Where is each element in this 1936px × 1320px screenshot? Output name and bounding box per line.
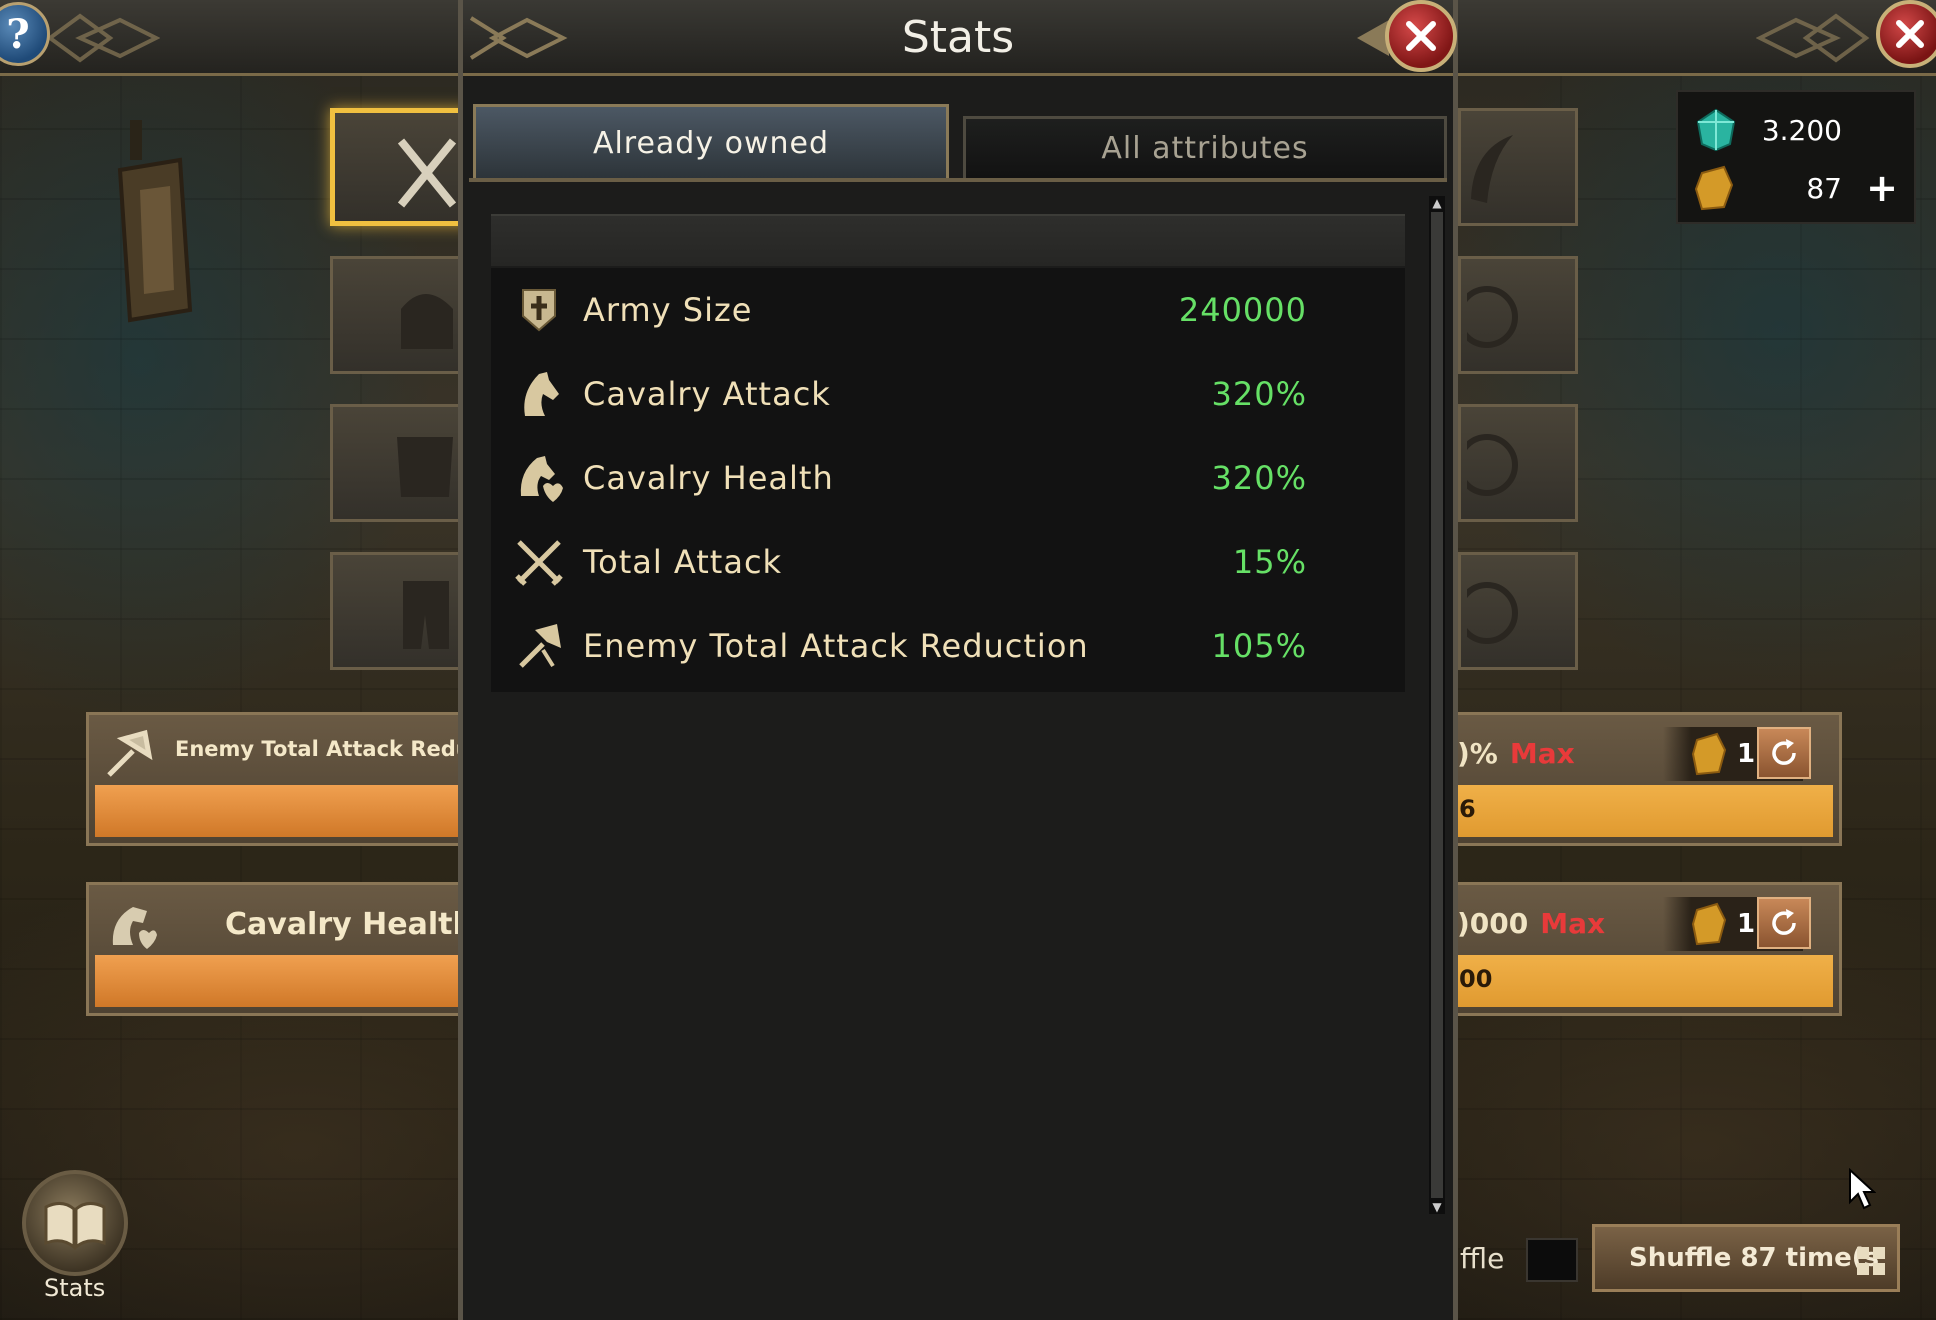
tab-already-owned[interactable]: Already owned (473, 104, 949, 180)
gold-row: 87 + (1694, 160, 1904, 216)
equipment-slot-weapon[interactable] (330, 108, 470, 226)
gold-count: 87 (1806, 171, 1842, 205)
grid-icon (1857, 1247, 1885, 1275)
scrollbar-thumb[interactable] (1431, 212, 1443, 1198)
currency-panel: 3.200 87 + (1676, 90, 1916, 224)
tab-underline (469, 178, 1447, 182)
scroll-down-icon[interactable]: ▼ (1429, 1200, 1445, 1214)
reroll-button[interactable] (1757, 727, 1811, 779)
scrollbar[interactable]: ▲ ▼ (1429, 196, 1445, 1214)
attribute-bar-value: 00 (1459, 965, 1493, 993)
ornament-icon (46, 13, 160, 63)
shuffle-checkbox[interactable] (1526, 1238, 1578, 1282)
stat-value: 105% (1211, 627, 1307, 665)
stat-value: 320% (1211, 375, 1307, 413)
helmet-icon (401, 294, 453, 349)
armor-icon (397, 437, 453, 497)
attribute-row-1-left: Enemy Total Attack Redu 1 (86, 712, 486, 846)
attribute-label: Enemy Total Attack Redu (175, 737, 471, 761)
gold-nugget-icon (1691, 902, 1727, 946)
attribute-bar: 6 (1453, 785, 1833, 837)
gold-nugget-icon (1694, 165, 1734, 211)
stat-value: 320% (1211, 459, 1307, 497)
reroll-button[interactable] (1757, 897, 1811, 949)
stats-button[interactable] (22, 1170, 128, 1276)
equipment-slot-right-3[interactable] (1458, 404, 1578, 522)
close-icon (1406, 21, 1436, 51)
legs-armor-icon (403, 581, 449, 649)
net-icon (1467, 434, 1518, 496)
equipment-slot-helmet[interactable] (330, 256, 470, 374)
horn-icon (1471, 135, 1513, 203)
attribute-row-2-left: Cavalry Health 4 (86, 882, 486, 1016)
modal-header: Stats (463, 0, 1457, 76)
attribute-partial-value: )000 Max (1457, 907, 1606, 940)
stat-value: 240000 (1178, 291, 1307, 329)
gem-icon (1696, 108, 1736, 152)
open-book-icon (44, 1202, 106, 1251)
net-icon (1467, 286, 1518, 348)
list-header-band (491, 214, 1405, 266)
attribute-row-2-right: )000 Max 1 00 (1450, 882, 1842, 1016)
modal-close-button[interactable] (1385, 0, 1457, 72)
stat-row: Total Attack 15% (491, 520, 1405, 604)
equipment-slot-right-4[interactable] (1458, 552, 1578, 670)
close-icon (1896, 20, 1924, 48)
horse-head-icon (524, 372, 559, 416)
attribute-label: Cavalry Health (225, 907, 474, 942)
stat-row: Army Size 240000 (491, 268, 1405, 352)
stat-row: Enemy Total Attack Reduction 105% (491, 604, 1405, 688)
tab-all-attributes[interactable]: All attributes (963, 116, 1447, 178)
background-close-button[interactable] (1876, 0, 1936, 68)
attribute-bar: 00 (1453, 955, 1833, 1007)
equipment-slot-legs[interactable] (330, 552, 470, 670)
attribute-partial-value: )% Max (1457, 737, 1575, 770)
shuffle-toggle-label: ffle (1460, 1242, 1505, 1275)
shuffle-button-label: Shuffle 87 time(s (1629, 1243, 1880, 1273)
max-label: Max (1540, 907, 1606, 940)
net-icon (1467, 582, 1518, 644)
refresh-icon (1772, 739, 1796, 765)
stats-button-label: Stats (44, 1274, 106, 1302)
gem-count: 3.200 (1761, 113, 1842, 147)
stat-name: Cavalry Health (583, 459, 834, 497)
scroll-up-icon[interactable]: ▲ (1429, 196, 1445, 210)
gold-nugget-icon (1691, 732, 1727, 776)
broken-axe-icon (519, 624, 561, 668)
max-label: Max (1509, 737, 1575, 770)
stats-modal: Stats Already owned All attributes Army … (458, 0, 1458, 1320)
gem-row: 3.200 (1694, 102, 1904, 158)
attribute-bar: 4 (95, 955, 483, 1007)
stat-name: Army Size (583, 291, 753, 329)
horse-heart-icon (520, 456, 563, 502)
stat-row: Cavalry Health 320% (491, 436, 1405, 520)
add-gold-button[interactable]: + (1866, 166, 1898, 210)
ornament-icon (1756, 13, 1870, 63)
shuffle-button[interactable]: Shuffle 87 time(s (1592, 1224, 1900, 1292)
stat-value: 15% (1232, 543, 1307, 581)
equipment-slot-right-1[interactable] (1458, 108, 1578, 226)
stat-name: Total Attack (583, 543, 783, 581)
refresh-icon (1772, 909, 1796, 935)
attribute-bar-value: 6 (1459, 795, 1476, 823)
broken-axe-icon (107, 729, 153, 777)
attribute-row-1-right: )% Max 1 6 (1450, 712, 1842, 846)
crossed-swords-icon (515, 540, 563, 586)
army-banner-icon (522, 289, 556, 332)
lantern-icon (117, 120, 193, 323)
modal-title: Stats (901, 12, 1015, 63)
stat-name: Cavalry Attack (583, 375, 831, 413)
equipment-slot-right-2[interactable] (1458, 256, 1578, 374)
stat-row: Cavalry Attack 320% (491, 352, 1405, 436)
stat-name: Enemy Total Attack Reduction (583, 627, 1089, 665)
stats-list: Army Size 240000 Cavalry Attack 320% Cav… (491, 268, 1405, 692)
horse-heart-icon (112, 907, 157, 949)
equipment-slot-armor[interactable] (330, 404, 470, 522)
attribute-bar: 1 (95, 785, 483, 837)
mouse-cursor-icon (1849, 1168, 1876, 1210)
crossed-swords-icon (397, 138, 457, 208)
